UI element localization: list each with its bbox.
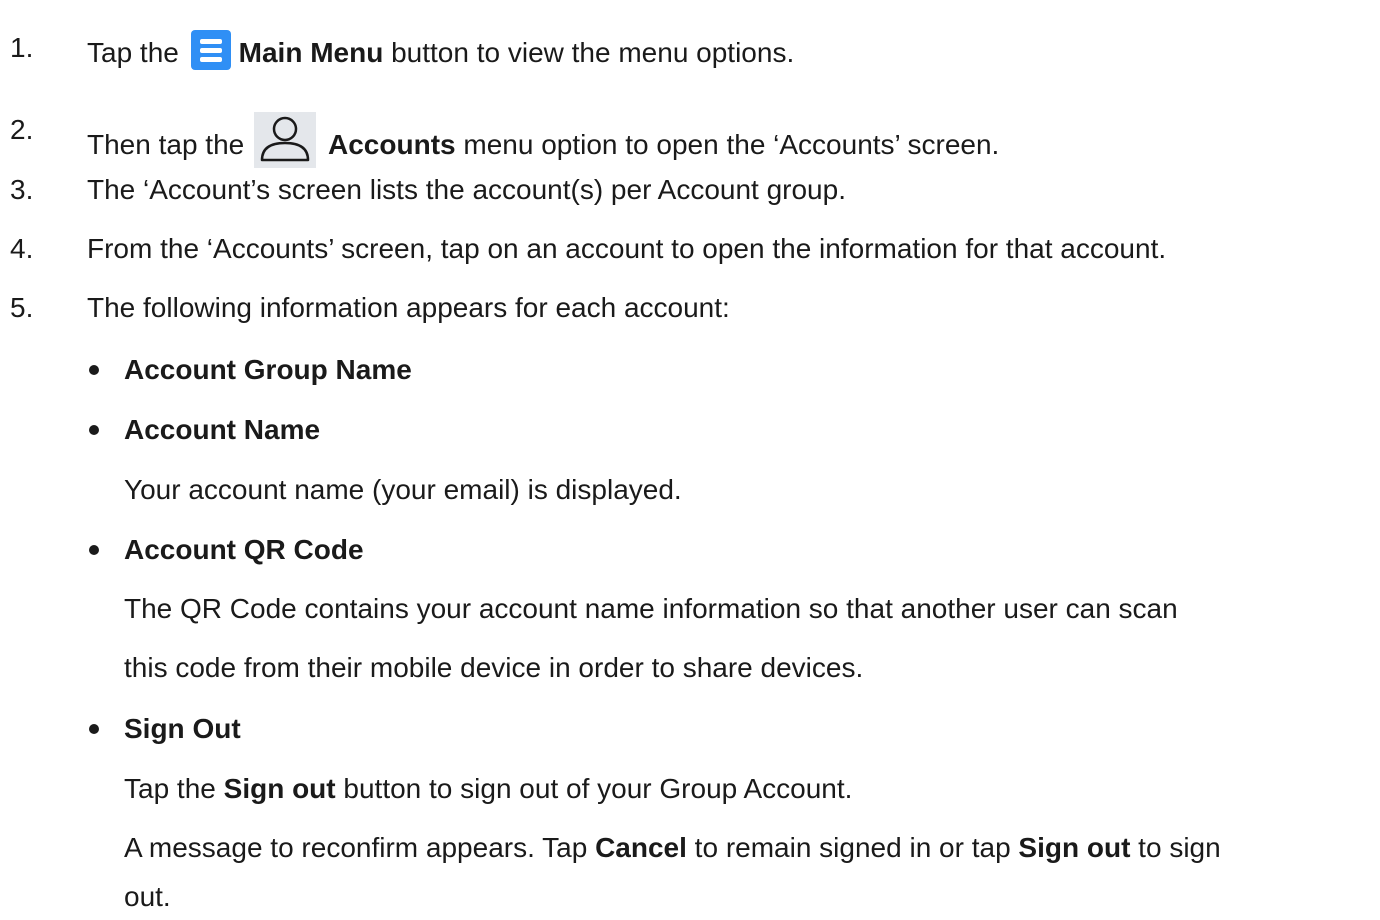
step-2-after: menu option to open the ‘Accounts’ scree…: [455, 129, 1000, 160]
item-account-group-name-title: Account Group Name: [124, 354, 412, 385]
item-sign-out-title: Sign Out: [124, 713, 241, 744]
item-sign-out-desc-c: out.: [124, 881, 171, 912]
item-qr-code-desc-line1: The QR Code contains your account name i…: [124, 593, 1178, 624]
step-2-number: 2.: [10, 114, 34, 145]
step-5-number: 5.: [10, 292, 34, 323]
step-5-text: The following information appears for ea…: [87, 292, 730, 323]
sign-out-desc-b-pre: A message to reconfirm appears. Tap: [124, 832, 596, 863]
main-menu-icon: [190, 30, 231, 70]
sign-out-desc-b-mid: to remain signed in or tap: [686, 832, 1019, 863]
cancel-bold: Cancel: [595, 832, 687, 863]
item-sign-out-desc-a: Tap the Sign out button to sign out of y…: [124, 771, 852, 807]
account-icon: [254, 112, 317, 168]
bullet-icon: [89, 425, 99, 435]
step-1-number: 1.: [10, 32, 34, 63]
sign-out-bold-2: Sign out: [1018, 832, 1131, 863]
step-1-text: Tap the Main Menu button to view the men…: [87, 30, 794, 71]
step-1-before: Tap the: [87, 37, 179, 68]
bullet-icon: [89, 724, 99, 734]
bullet-icon: [89, 365, 99, 375]
sign-out-desc-b-post: to sign: [1130, 832, 1221, 863]
step-1-after: button to view the menu options.: [383, 37, 795, 68]
step-2-text: Then tap the Accounts menu option to ope…: [87, 112, 999, 168]
sign-out-desc-a-post: button to sign out of your Group Account…: [335, 773, 853, 804]
step-2-before: Then tap the: [87, 129, 245, 160]
item-qr-code-desc-line2: this code from their mobile device in or…: [124, 652, 864, 683]
sign-out-bold: Sign out: [223, 773, 336, 804]
step-4-text: From the ‘Accounts’ screen, tap on an ac…: [87, 233, 1167, 264]
step-3-number: 3.: [10, 174, 34, 205]
item-account-name-desc: Your account name (your email) is displa…: [124, 474, 682, 505]
accounts-label: Accounts: [328, 129, 456, 160]
sign-out-desc-a-pre: Tap the: [124, 773, 224, 804]
bullet-icon: [89, 545, 99, 555]
step-4-number: 4.: [10, 233, 34, 264]
item-sign-out-desc-b: A message to reconfirm appears. Tap Canc…: [124, 830, 1221, 866]
item-account-name-title: Account Name: [124, 414, 321, 445]
step-3-text: The ‘Account’s screen lists the account(…: [87, 174, 846, 205]
main-menu-label: Main Menu: [238, 37, 384, 68]
item-qr-code-title: Account QR Code: [124, 534, 364, 565]
